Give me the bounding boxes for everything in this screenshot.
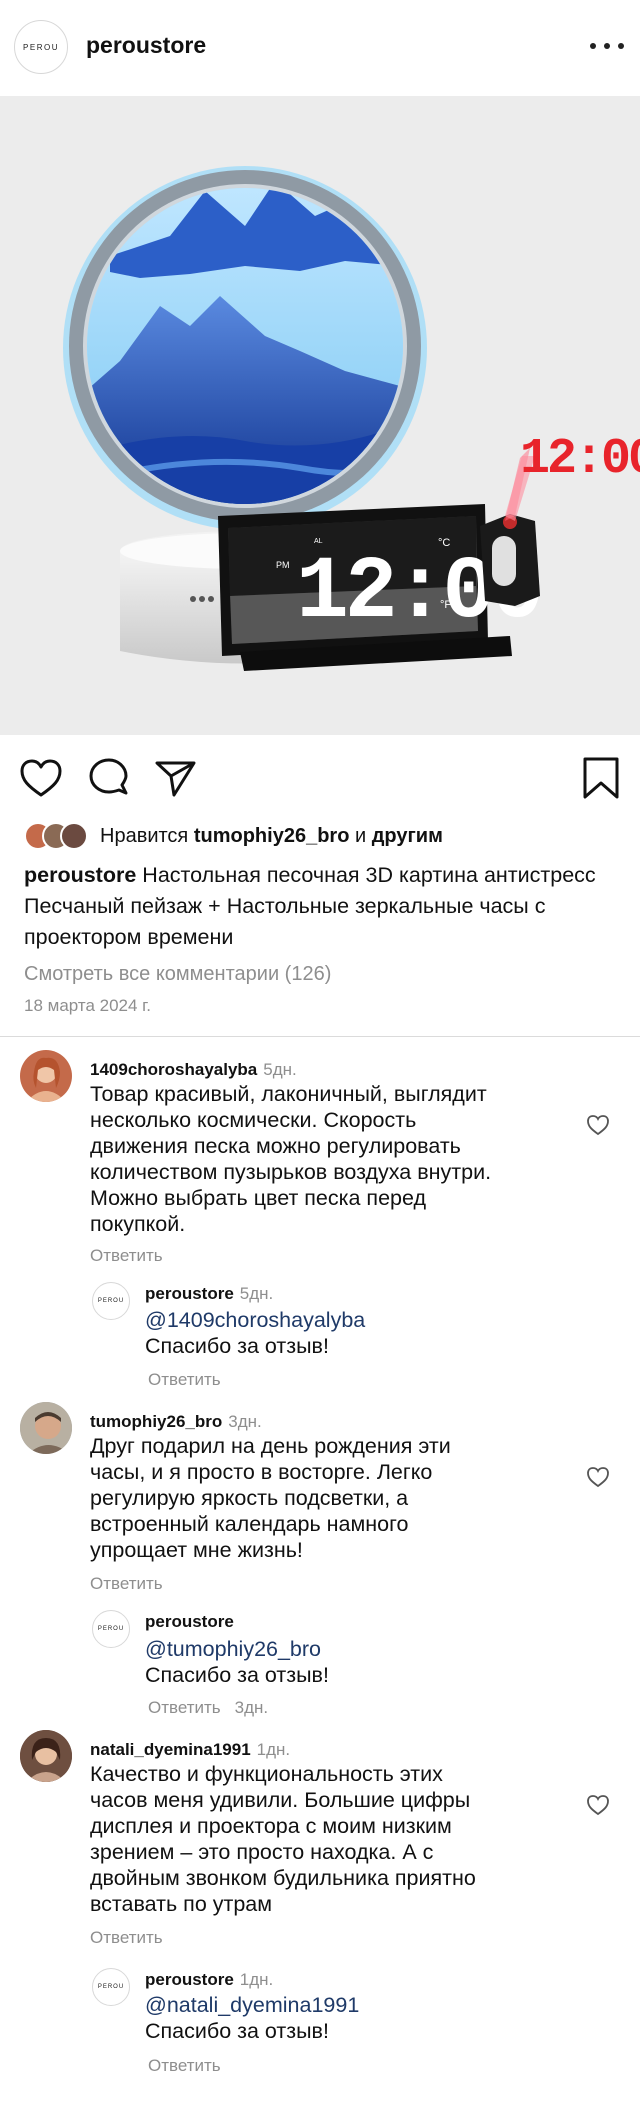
post-image[interactable]: PM AL 12:00 °C °F 12:00: [0, 96, 640, 735]
post-caption: peroustore Настольная песочная 3D картин…: [24, 860, 624, 953]
bookmark-icon[interactable]: [578, 755, 624, 801]
reply-username[interactable]: peroustore 5дн.: [145, 1284, 273, 1304]
comment-like-heart-icon[interactable]: [586, 1114, 610, 1136]
mirror-clock: PM AL 12:00 °C °F: [218, 504, 544, 671]
divider: [0, 1036, 640, 1037]
liker-avatars: [24, 822, 96, 850]
reply-avatar[interactable]: PEROU: [92, 1968, 130, 2006]
svg-text:PM: PM: [276, 560, 290, 570]
view-all-comments-link[interactable]: Смотреть все комментарии (126): [24, 963, 331, 986]
commenter-avatar[interactable]: [20, 1050, 72, 1102]
projected-time: 12:00: [520, 431, 640, 488]
comment-text: Друг подарил на день рождения эти часы, и…: [90, 1434, 451, 1562]
caption-username[interactable]: peroustore: [24, 863, 136, 887]
reply-avatar-logo: PEROU: [97, 1298, 125, 1304]
comment-like-heart-icon[interactable]: [586, 1466, 610, 1488]
reply-username[interactable]: peroustore 1дн.: [145, 1970, 273, 1990]
post-date: 18 марта 2024 г.: [24, 996, 152, 1015]
more-options-icon[interactable]: [590, 38, 624, 54]
reply-mention[interactable]: @1409choroshayalyba: [145, 1307, 640, 1333]
reply-link[interactable]: Ответить: [148, 2056, 221, 2076]
action-bar: [0, 755, 640, 805]
reply-link[interactable]: Ответить: [90, 1574, 163, 1594]
likes-row[interactable]: Нравится tumophiy26_bro и другим: [24, 822, 443, 850]
reply-text: @tumophiy26_bro Спасибо за отзыв!: [145, 1636, 640, 1688]
reply-text: @1409choroshayalyba Спасибо за отзыв!: [145, 1307, 640, 1359]
reply-username[interactable]: peroustore: [145, 1612, 234, 1632]
commenter-avatar[interactable]: [20, 1402, 72, 1454]
svg-text:°C: °C: [438, 537, 450, 549]
comment-icon[interactable]: [86, 755, 132, 801]
comment-text: Товар красивый, лаконичный, выглядит неск…: [90, 1082, 492, 1236]
reply-avatar[interactable]: PEROU: [92, 1610, 130, 1648]
comment-text: Качество и функциональность этих часов ме…: [90, 1762, 476, 1916]
reply-avatar[interactable]: PEROU: [92, 1282, 130, 1320]
likes-text: Нравится tumophiy26_bro и другим: [100, 824, 443, 847]
heart-icon[interactable]: [18, 755, 64, 801]
reply-text: @natali_dyemina1991 Спасибо за отзыв!: [145, 1992, 640, 2044]
svg-text:°F: °F: [440, 599, 451, 611]
commenter-avatar[interactable]: [20, 1730, 72, 1782]
reply-link[interactable]: Ответить: [148, 1370, 221, 1390]
header-username[interactable]: peroustore: [86, 32, 206, 59]
post-header: PEROU peroustore: [0, 0, 640, 92]
reply-avatar-logo: PEROU: [97, 1984, 125, 1990]
store-avatar[interactable]: PEROU: [14, 20, 68, 74]
reply-link[interactable]: Ответить 3дн.: [148, 1698, 268, 1718]
reply-link[interactable]: Ответить: [90, 1928, 163, 1948]
reply-avatar-logo: PEROU: [97, 1626, 125, 1632]
avatar-logo: PEROU: [23, 42, 59, 52]
comment-like-heart-icon[interactable]: [586, 1794, 610, 1816]
comment-username[interactable]: natali_dyemina1991 1дн.: [90, 1740, 290, 1760]
product-photo: PM AL 12:00 °C °F 12:00: [63, 166, 640, 671]
reply-mention[interactable]: @natali_dyemina1991: [145, 1992, 640, 2018]
comment-username[interactable]: 1409choroshayalyba 5дн.: [90, 1060, 297, 1080]
comment-username[interactable]: tumophiy26_bro 3дн.: [90, 1412, 262, 1432]
reply-mention[interactable]: @tumophiy26_bro: [145, 1636, 640, 1662]
reply-link[interactable]: Ответить: [90, 1246, 163, 1266]
liker-avatar: [60, 822, 88, 850]
share-icon[interactable]: [152, 755, 198, 801]
